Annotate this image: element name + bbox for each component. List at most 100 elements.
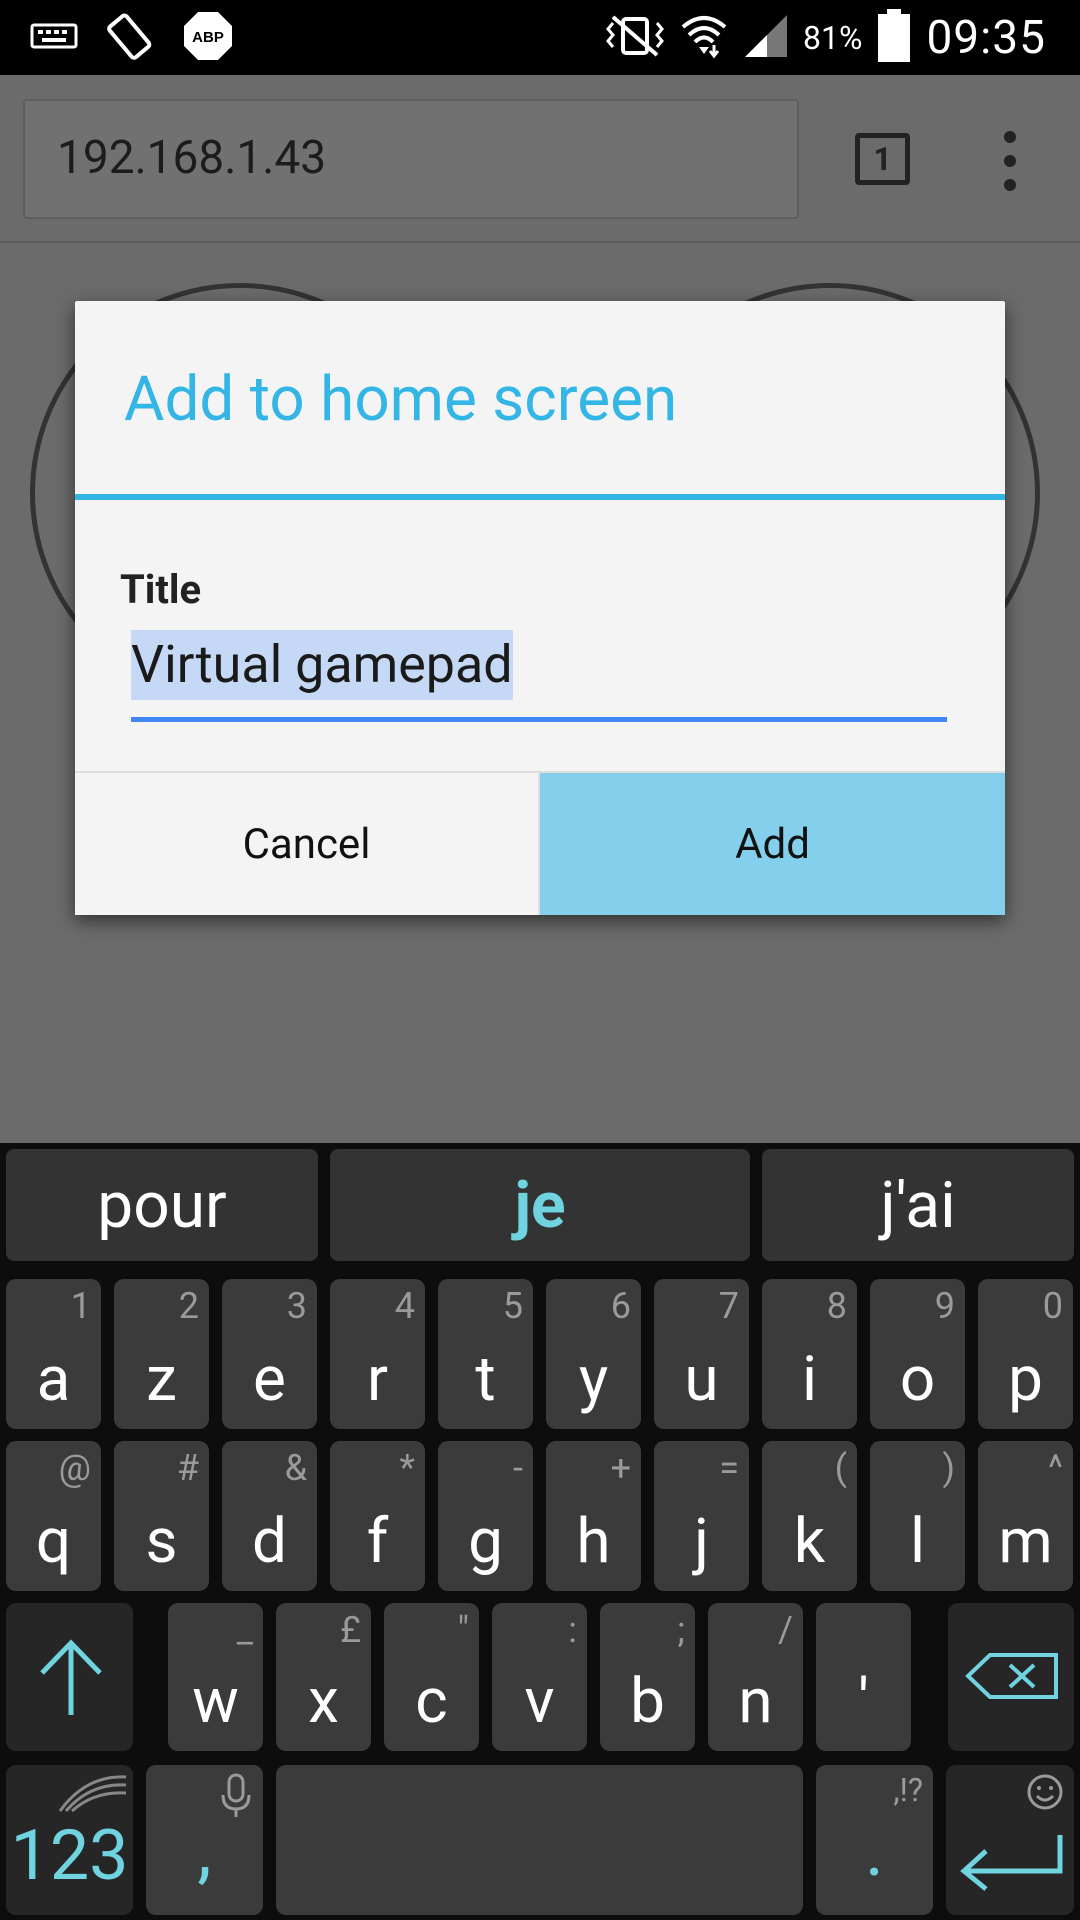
key-hint: 4	[394, 1285, 415, 1327]
key-p[interactable]: 0p	[978, 1279, 1073, 1429]
key-g[interactable]: -g	[438, 1441, 533, 1591]
key-y[interactable]: 6y	[546, 1279, 641, 1429]
suggestion-2[interactable]: je	[330, 1149, 750, 1261]
soft-keyboard: pour je j'ai 1a2z3e4r5t6y7u8i9o0p @ q # s & d…	[0, 1143, 1080, 1920]
key-u[interactable]: 7u	[654, 1279, 749, 1429]
key-hint: 0	[1042, 1285, 1063, 1327]
key-apostrophe[interactable]: '	[816, 1603, 911, 1751]
dialog-buttons: Cancel Add	[75, 771, 1005, 915]
overflow-menu-icon[interactable]	[998, 131, 1022, 191]
key-e[interactable]: 3e	[222, 1279, 317, 1429]
key-label: '	[858, 1665, 869, 1738]
battery-icon	[876, 8, 912, 68]
comma-key-label: ,	[197, 1808, 212, 1893]
comma-key[interactable]: ,	[146, 1765, 263, 1915]
period-key[interactable]: ,!? .	[816, 1765, 933, 1915]
backspace-icon	[964, 1651, 1060, 1705]
add-button[interactable]: Add	[540, 773, 1005, 915]
key-hint: :	[568, 1609, 577, 1651]
key-k[interactable]: (k	[762, 1441, 857, 1591]
title-field-label: Title	[120, 566, 202, 613]
key-label: k	[793, 1505, 826, 1578]
key-label: b	[630, 1665, 665, 1738]
key-j[interactable]: = j	[654, 1441, 749, 1591]
key-label: t	[475, 1343, 496, 1416]
enter-key[interactable]	[946, 1765, 1074, 1915]
key-hint: =	[719, 1447, 739, 1489]
screen-rotation-icon	[104, 10, 156, 66]
numbers-key[interactable]: 123	[6, 1765, 133, 1915]
space-key[interactable]	[276, 1765, 803, 1915]
add-to-home-screen-dialog: Add to home screen Title Virtual gamepad…	[75, 301, 1005, 915]
status-bar: ABP 81% 09:35	[0, 0, 1080, 75]
key-label: q	[35, 1505, 72, 1578]
title-input[interactable]: Virtual gamepad	[131, 627, 947, 722]
title-divider	[75, 494, 1005, 500]
key-a[interactable]: 1a	[6, 1279, 101, 1429]
key-t[interactable]: 5t	[438, 1279, 533, 1429]
key-l[interactable]: ) l	[870, 1441, 965, 1591]
emoji-icon	[1026, 1773, 1064, 1815]
key-z[interactable]: 2z	[114, 1279, 209, 1429]
key-o[interactable]: 9o	[870, 1279, 965, 1429]
key-c[interactable]: " c	[384, 1603, 479, 1751]
key-label: a	[36, 1343, 71, 1416]
key-label: p	[1008, 1343, 1043, 1416]
browser-toolbar: 192.168.1.43 1	[0, 75, 1080, 243]
suggestion-3[interactable]: j'ai	[762, 1149, 1074, 1261]
key-hint: )	[942, 1447, 955, 1489]
key-hint: 9	[934, 1285, 955, 1327]
key-hint: ;	[677, 1609, 685, 1651]
key-hint: *	[399, 1447, 415, 1489]
key-label: s	[145, 1505, 178, 1578]
key-hint: _	[236, 1609, 253, 1651]
key-w[interactable]: _ w	[168, 1603, 263, 1751]
key-label: m	[998, 1505, 1053, 1578]
key-hint: +	[610, 1447, 631, 1489]
shift-arrow-icon	[36, 1637, 106, 1721]
key-hint: 8	[826, 1285, 847, 1327]
key-label: g	[468, 1505, 503, 1578]
period-key-hint: ,!?	[893, 1771, 923, 1809]
wifi-icon	[679, 11, 729, 65]
key-label: n	[738, 1665, 773, 1738]
key-b[interactable]: ; b	[600, 1603, 695, 1751]
key-label: z	[146, 1343, 177, 1416]
cancel-button[interactable]: Cancel	[75, 773, 540, 915]
key-label: l	[909, 1505, 926, 1578]
key-q[interactable]: @ q	[6, 1441, 101, 1591]
key-label: e	[253, 1343, 286, 1416]
key-d[interactable]: & d	[222, 1441, 317, 1591]
key-h[interactable]: + h	[546, 1441, 641, 1591]
shift-key[interactable]	[6, 1603, 133, 1751]
key-hint: 6	[610, 1285, 631, 1327]
key-label: o	[899, 1343, 936, 1416]
key-m[interactable]: ^ m	[978, 1441, 1073, 1591]
key-f[interactable]: * f	[330, 1441, 425, 1591]
clock: 09:35	[926, 11, 1046, 65]
key-hint: 1	[70, 1285, 91, 1327]
backspace-key[interactable]	[948, 1603, 1074, 1751]
adblock-plus-icon: ABP	[182, 10, 234, 66]
key-hint: 3	[286, 1285, 307, 1327]
key-label: x	[308, 1665, 339, 1738]
key-n[interactable]: / n	[708, 1603, 803, 1751]
key-label: f	[366, 1505, 389, 1578]
key-hint: /	[778, 1609, 793, 1651]
url-text: 192.168.1.43	[57, 131, 327, 185]
key-label: j	[694, 1505, 709, 1578]
svg-text:ABP: ABP	[192, 29, 224, 46]
key-label: w	[192, 1665, 239, 1738]
tab-switcher-button[interactable]: 1	[855, 133, 910, 185]
key-label: r	[366, 1343, 388, 1416]
suggestion-1[interactable]: pour	[6, 1149, 318, 1261]
numbers-key-label: 123	[10, 1815, 129, 1897]
key-i[interactable]: 8i	[762, 1279, 857, 1429]
key-r[interactable]: 4r	[330, 1279, 425, 1429]
key-x[interactable]: £ x	[276, 1603, 371, 1751]
key-hint: #	[176, 1447, 199, 1489]
address-bar[interactable]: 192.168.1.43	[23, 99, 799, 219]
key-s[interactable]: # s	[114, 1441, 209, 1591]
key-v[interactable]: :v	[492, 1603, 587, 1751]
title-input-value: Virtual gamepad	[131, 630, 513, 700]
